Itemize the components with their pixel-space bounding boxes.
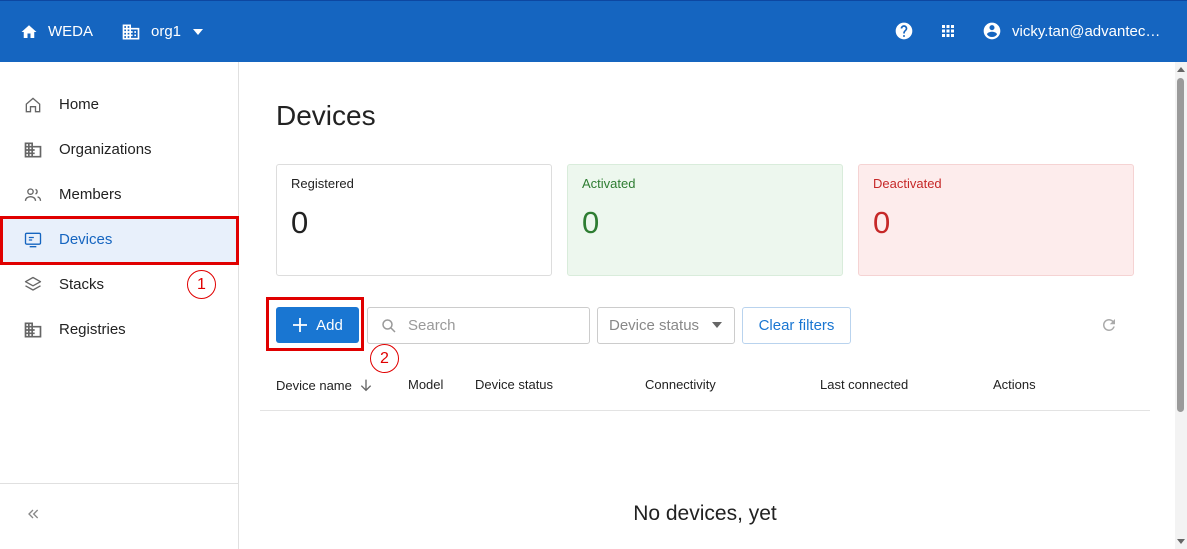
home-icon: [21, 24, 37, 38]
card-label: Activated: [582, 176, 636, 191]
card-value: 0: [582, 205, 600, 240]
caret-down-icon: [193, 28, 204, 35]
search-box[interactable]: [367, 307, 590, 344]
column-device-name[interactable]: Device name: [276, 377, 374, 393]
search-input[interactable]: [408, 317, 578, 334]
column-label: Device name: [276, 377, 352, 393]
annotation-step-badge: 1: [187, 270, 216, 299]
double-chevron-left-icon[interactable]: [25, 506, 41, 522]
page-title: Devices: [276, 100, 376, 131]
sidebar-item-label: Organizations: [59, 141, 152, 158]
main-content: Devices Registered 0 Activated 0 Deactiv…: [240, 62, 1175, 549]
org-name: org1: [151, 23, 182, 40]
building-icon: [24, 322, 42, 337]
device-status-placeholder: Device status: [609, 317, 700, 334]
sidebar-item-home[interactable]: Home: [0, 82, 238, 127]
help-icon: [895, 22, 913, 40]
table-header: Device name Model Device status Connecti…: [260, 362, 1150, 411]
add-device-button[interactable]: Add: [276, 307, 359, 343]
sidebar-item-label: Members: [59, 186, 122, 203]
scroll-up-arrow[interactable]: [1177, 67, 1185, 72]
arrow-down-icon: [360, 379, 372, 392]
column-label: Connectivity: [645, 377, 716, 392]
sidebar-item-organizations[interactable]: Organizations: [0, 127, 238, 172]
activated-card: Activated 0: [567, 164, 843, 276]
sidebar-item-label: Registries: [59, 321, 126, 338]
search-icon: [382, 318, 396, 333]
scroll-down-arrow[interactable]: [1177, 539, 1185, 544]
page-scrollbar[interactable]: [1175, 62, 1187, 549]
sidebar-item-registries[interactable]: Registries: [0, 307, 238, 352]
add-button-label: Add: [316, 316, 343, 334]
account-circle-icon: [983, 22, 1001, 40]
card-value: 0: [291, 205, 309, 240]
sidebar-item-members[interactable]: Members: [0, 172, 238, 217]
card-label: Registered: [291, 176, 354, 191]
caret-down-icon: [712, 322, 722, 328]
deactivated-card: Deactivated 0: [858, 164, 1134, 276]
column-label: Model: [408, 377, 444, 392]
user-menu[interactable]: vicky.tan@advantech.com: [982, 21, 1187, 41]
clear-filters-button[interactable]: Clear filters: [742, 307, 851, 344]
sidebar: Home Organizations Members Devices Stack…: [0, 62, 239, 549]
layers-icon: [24, 276, 42, 291]
card-value: 0: [873, 205, 891, 240]
building-icon: [24, 142, 42, 157]
column-actions: Actions: [993, 377, 1036, 392]
sidebar-item-label: Home: [59, 96, 100, 113]
refresh-button[interactable]: [1100, 316, 1118, 339]
help-button[interactable]: [894, 21, 914, 41]
apps-grid-icon: [942, 25, 954, 37]
column-label: Actions: [993, 377, 1036, 392]
org-selector[interactable]: org1: [121, 22, 204, 42]
empty-state-text: No devices, yet: [633, 502, 777, 525]
column-label: Last connected: [820, 377, 909, 392]
top-app-bar: WEDA org1 vicky.tan@advantech.com: [0, 0, 1187, 62]
user-email: vicky.tan@advantech.com: [1012, 22, 1162, 40]
building-icon: [122, 24, 140, 39]
people-icon: [24, 187, 42, 201]
brand-link[interactable]: WEDA: [20, 23, 93, 41]
column-model[interactable]: Model: [408, 377, 443, 392]
scroll-thumb[interactable]: [1177, 78, 1184, 412]
sidebar-footer: [0, 483, 238, 549]
sidebar-item-label: Stacks: [59, 276, 105, 293]
device-status-select[interactable]: Device status: [597, 307, 735, 344]
apps-button[interactable]: [939, 22, 957, 40]
registered-card: Registered 0: [276, 164, 552, 276]
card-label: Deactivated: [873, 176, 942, 191]
column-connectivity[interactable]: Connectivity: [645, 377, 716, 392]
annotation-highlight-devices: [0, 216, 239, 265]
column-label: Device status: [475, 377, 554, 392]
refresh-icon: [1103, 319, 1115, 331]
column-last-connected[interactable]: Last connected: [820, 377, 908, 392]
home-outline-icon: [25, 96, 41, 112]
brand-name: WEDA: [48, 23, 93, 40]
plus-icon: [293, 318, 308, 332]
column-device-status[interactable]: Device status: [475, 377, 553, 392]
